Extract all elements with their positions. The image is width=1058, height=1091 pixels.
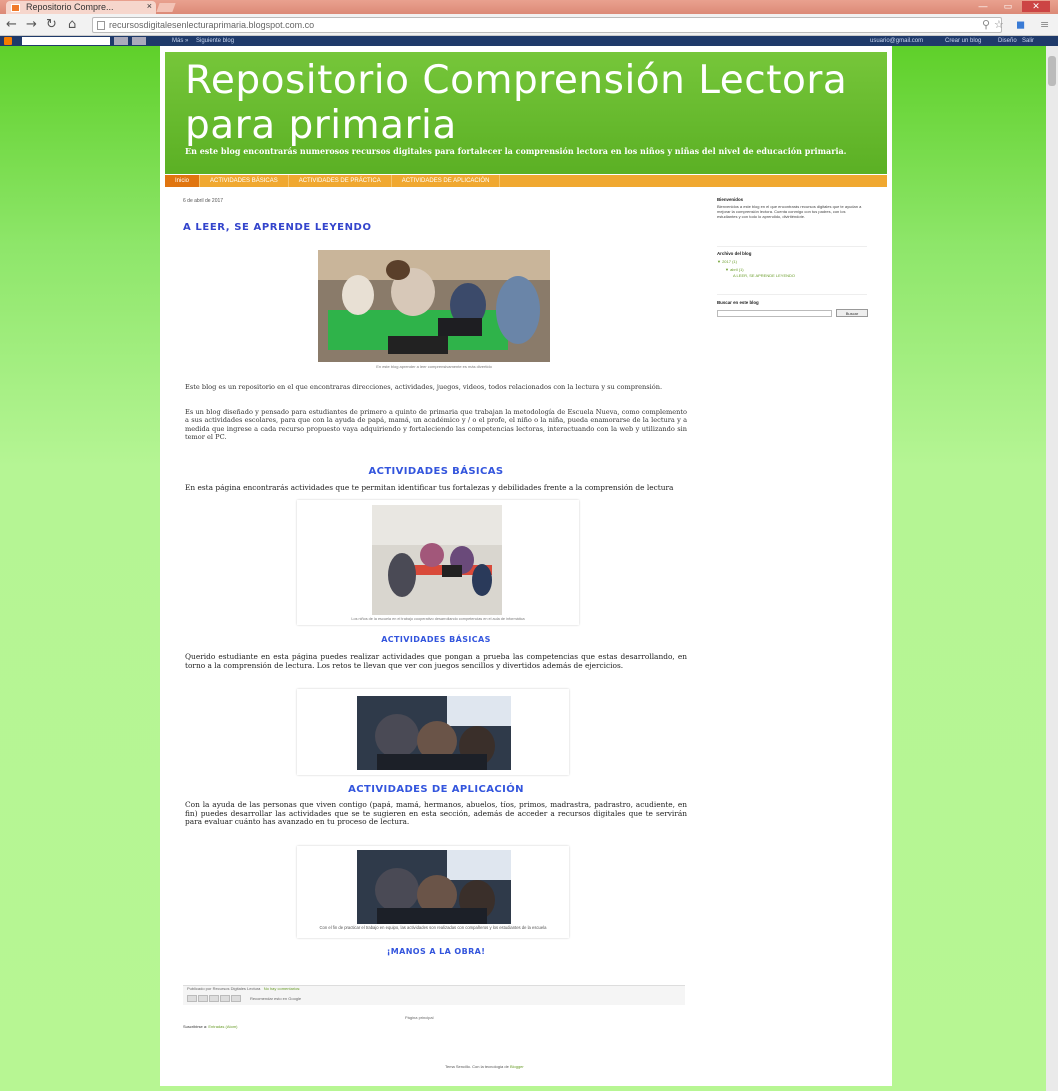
email-share-button[interactable] [187, 995, 197, 1002]
powered-text: Tema Sencillo. Con la tecnología de [445, 1064, 509, 1069]
subscribe-label: Suscribirse a: [183, 1024, 208, 1029]
maximize-button[interactable]: ▭ [997, 1, 1019, 12]
section-practice-text: Querido estudiante en esta página puedes… [185, 652, 687, 670]
sidebar-about-text: Bienvenidos a este blog en el que encont… [717, 204, 862, 219]
comments-link[interactable]: No hay comentarios: [264, 986, 301, 991]
posted-by: Publicado por Recursos Digitales Lectura [187, 986, 261, 991]
minimize-button[interactable]: — [972, 1, 994, 12]
url-text: recursosdigitalesenlecturaprimaria.blogs… [109, 20, 315, 30]
pinterest-share-button[interactable] [231, 995, 241, 1002]
sidebar-archive: Archivo del blog ▼ 2017 (1) ▼ abril (1) … [717, 251, 867, 278]
blogger-favicon-icon [11, 4, 20, 12]
blogger-logo-icon[interactable] [4, 37, 12, 45]
classroom-photo-1[interactable] [318, 250, 550, 362]
menu-icon[interactable]: ≡ [1040, 18, 1049, 31]
sidebar-search-heading: Buscar en este blog [717, 300, 759, 305]
navbar-design-link[interactable]: Diseño [998, 36, 1017, 46]
sidebar-about: Bienvenidos Bienvenidos a este blog en e… [717, 197, 867, 219]
photo-2-caption: Los niños de la escuela en el trabajo co… [351, 617, 525, 621]
archive-year[interactable]: ▼ 2017 (1) [717, 259, 867, 264]
page-tabs: Inicio ACTIVIDADES BÁSICAS ACTIVIDADES D… [165, 175, 887, 187]
tab-close-icon[interactable]: × [147, 1, 152, 11]
home-icon[interactable]: ⌂ [68, 17, 76, 32]
navbar-user-email: usuario@gmail.com [870, 38, 924, 44]
extension-icon[interactable]: ◼ [1016, 18, 1025, 31]
address-bar[interactable]: recursosdigitalesenlecturaprimaria.blogs… [92, 17, 1002, 33]
powered-by: Tema Sencillo. Con la tecnología de Blog… [445, 1064, 524, 1069]
new-tab-button[interactable] [156, 3, 176, 12]
sidebar-divider [717, 246, 867, 247]
sidebar-search: Buscar en este blog [717, 300, 867, 305]
classroom-photo-2[interactable] [372, 505, 502, 615]
facebook-share-button[interactable] [220, 995, 230, 1002]
page-icon [97, 21, 105, 30]
tab-inicio[interactable]: Inicio [165, 175, 201, 187]
archive-month[interactable]: ▼ abril (1) [717, 267, 867, 272]
tab-actividades-aplicacion[interactable]: ACTIVIDADES DE APLICACIÓN [392, 175, 501, 187]
forward-arrow-icon[interactable]: → [26, 17, 37, 32]
blogger-navbar: Más » Siguiente blog usuario@gmail.com C… [0, 36, 1058, 46]
navbar-flag-button[interactable] [132, 37, 146, 45]
section-application-text: Con la ayuda de las personas que viven c… [185, 800, 687, 826]
post-title[interactable]: A LEER, SE APRENDE LEYENDO [183, 222, 372, 233]
share-buttons [187, 995, 241, 1002]
zoom-icon[interactable]: ⚲ [982, 18, 990, 31]
blog-title[interactable]: Repositorio Comprensión Lectora para pri… [185, 58, 865, 148]
intro-paragraph: Este blog es un repositorio en el que en… [185, 383, 663, 391]
sidebar-archive-heading: Archivo del blog [717, 251, 752, 256]
sidebar-divider [717, 294, 867, 295]
navbar-create-blog-link[interactable]: Crear un blog [945, 36, 981, 46]
blogger-link[interactable]: Blogger [510, 1064, 524, 1069]
navbar-next-blog-link[interactable]: Siguiente blog [196, 36, 234, 46]
browser-toolbar: ← → ↻ ⌂ recursosdigitalesenlecturaprimar… [0, 14, 1058, 36]
browser-tab[interactable]: Repositorio Compre... × [6, 1, 156, 14]
archive-post-link[interactable]: A LEER, SE APRENDE LEYENDO [717, 273, 867, 278]
sidebar-about-heading: Bienvenidos [717, 197, 744, 202]
sidebar-search-input[interactable] [717, 310, 832, 317]
section-call-to-action: ¡MANOS A LA OBRA! [386, 947, 486, 956]
tab-actividades-practica[interactable]: ACTIVIDADES DE PRÁCTICA [289, 175, 392, 187]
home-link[interactable]: Página principal [405, 1015, 433, 1020]
subscribe-line: Suscribirse a: Entradas (Atom) [183, 1024, 237, 1029]
close-window-button[interactable]: ✕ [1022, 1, 1050, 12]
navbar-more-link[interactable]: Más » [172, 36, 188, 46]
blog-share-button[interactable] [198, 995, 208, 1002]
scrollbar-thumb[interactable] [1048, 56, 1056, 86]
navbar-search-button[interactable] [114, 37, 128, 45]
tab-title: Repositorio Compre... [26, 2, 114, 12]
classroom-photo-4[interactable] [357, 850, 511, 924]
bookmark-star-icon[interactable]: ☆ [994, 18, 1004, 31]
post-date: 6 de abril de 2017 [183, 198, 224, 204]
tab-actividades-basicas[interactable]: ACTIVIDADES BÁSICAS [200, 175, 289, 187]
photo-4-caption: Con el fin de practicar el trabajo en eq… [319, 925, 547, 930]
navbar-search-input[interactable] [22, 37, 110, 45]
classroom-photo-3[interactable] [357, 696, 511, 770]
twitter-share-button[interactable] [209, 995, 219, 1002]
description-paragraph: Es un blog diseñado y pensado para estud… [185, 408, 687, 442]
sidebar-search-button[interactable]: Buscar [836, 309, 868, 317]
google-plus-share[interactable]: Recomendar esto en Google [250, 996, 301, 1001]
subscribe-atom-link[interactable]: Entradas (Atom) [208, 1024, 237, 1029]
navbar-logout-link[interactable]: Salir [1022, 36, 1034, 46]
window-controls: — ▭ ✕ [972, 1, 1050, 12]
blog-description: En este blog encontrarás numerosos recur… [185, 146, 847, 156]
section-practice-title: ACTIVIDADES BÁSICAS [381, 635, 491, 644]
post-footer-info: Publicado por Recursos Digitales Lectura… [187, 986, 300, 991]
section-basic-text: En esta página encontrarás actividades q… [185, 483, 674, 492]
section-basic-title: ACTIVIDADES BÁSICAS [368, 466, 504, 477]
photo-1-caption: En este blog aprender a leer comprensiva… [376, 364, 492, 369]
back-arrow-icon[interactable]: ← [6, 17, 17, 32]
section-application-title: ACTIVIDADES DE APLICACIÓN [348, 784, 524, 795]
browser-titlebar: Repositorio Compre... × — ▭ ✕ [0, 0, 1058, 14]
reload-icon[interactable]: ↻ [46, 17, 57, 32]
page-scrollbar[interactable] [1046, 46, 1058, 1091]
